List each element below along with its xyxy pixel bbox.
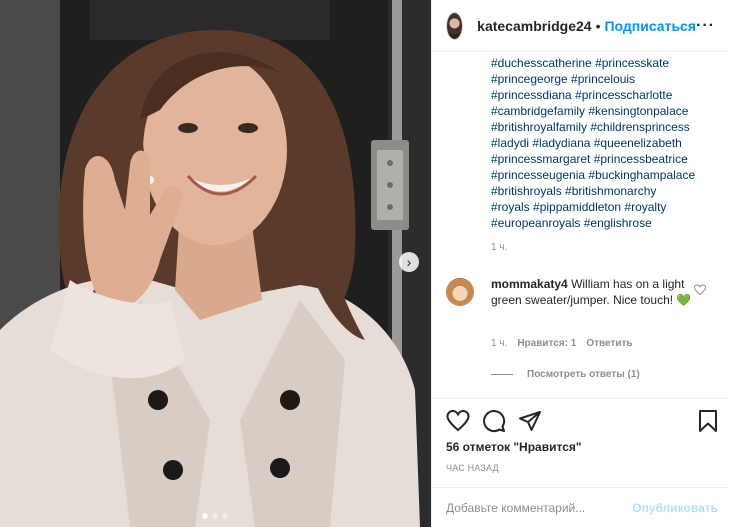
caption-hashtags[interactable]: #ladydi #ladydiana #queenelizabeth xyxy=(491,135,723,151)
commenter-username[interactable]: mommakaty4 xyxy=(491,277,568,291)
comment-input[interactable] xyxy=(446,500,633,515)
add-comment-form: Опубликовать xyxy=(432,487,729,527)
replies-divider xyxy=(491,374,513,375)
comment-icon[interactable] xyxy=(482,409,506,433)
post-photo[interactable]: › xyxy=(0,0,431,527)
caption-hashtags[interactable]: #britishroyalfamily #childrensprincess xyxy=(491,119,723,135)
post-details-panel: katecambridge24 • Подписаться ··· #duche… xyxy=(431,0,729,527)
caption-hashtags[interactable]: #princegeorge #princelouis xyxy=(491,71,723,87)
comment-likes-count[interactable]: Нравится: 1 xyxy=(517,338,576,349)
reply-button[interactable]: Ответить xyxy=(586,338,632,349)
carousel-dot xyxy=(222,513,228,519)
post-actions-bar xyxy=(432,398,729,444)
carousel-dot xyxy=(202,513,208,519)
author-avatar[interactable] xyxy=(446,11,464,40)
comment-timestamp[interactable]: 1 ч. xyxy=(491,338,507,349)
caption-hashtags[interactable]: #duchesscatherine #princesskate xyxy=(491,55,723,71)
more-options-icon[interactable]: ··· xyxy=(696,17,715,35)
photo-illustration xyxy=(0,0,431,527)
view-replies-label: Посмотреть ответы (1) xyxy=(527,369,640,380)
carousel-next-button[interactable]: › xyxy=(399,252,419,272)
caption-hashtags[interactable]: #princessdiana #princesscharlotte xyxy=(491,87,723,103)
post-header: katecambridge24 • Подписаться ··· xyxy=(432,0,729,52)
carousel-indicator xyxy=(202,513,228,519)
publish-button[interactable]: Опубликовать xyxy=(632,501,718,515)
carousel-dot xyxy=(212,513,218,519)
follow-button[interactable]: Подписаться xyxy=(604,18,696,34)
caption-hashtags[interactable]: #britishroyals #britishmonarchy xyxy=(491,183,723,199)
caption-hashtags[interactable]: #europeanroyals #englishrose xyxy=(491,215,723,231)
heart-icon[interactable] xyxy=(446,409,470,433)
caption-hashtags[interactable]: #princessmargaret #princessbeatrice xyxy=(491,151,723,167)
post-caption: #duchesscatherine #princesskate #princeg… xyxy=(491,55,723,231)
bookmark-icon[interactable] xyxy=(696,409,720,433)
caption-hashtags[interactable]: #royals #pippamiddleton #royalty xyxy=(491,199,723,215)
author-username[interactable]: katecambridge24 xyxy=(477,18,591,34)
commenter-avatar[interactable] xyxy=(446,278,474,306)
header-separator: • xyxy=(595,17,601,34)
comment-meta: 1 ч. Нравится: 1 Ответить xyxy=(491,338,633,349)
caption-hashtags[interactable]: #cambridgefamily #kensingtonpalace xyxy=(491,103,723,119)
send-icon[interactable] xyxy=(518,409,542,433)
comment-heart-icon[interactable] xyxy=(694,284,706,296)
likes-count[interactable]: 56 отметок "Нравится" xyxy=(446,440,582,454)
caption-hashtags[interactable]: #princesseugenia #buckinghampalace xyxy=(491,167,723,183)
caption-timestamp[interactable]: 1 ч. xyxy=(491,242,507,253)
comment-body: mommakaty4 William has on a light green … xyxy=(491,276,699,308)
view-replies-button[interactable]: Посмотреть ответы (1) xyxy=(491,369,640,380)
post-timestamp[interactable]: ЧАС НАЗАД xyxy=(446,463,499,473)
